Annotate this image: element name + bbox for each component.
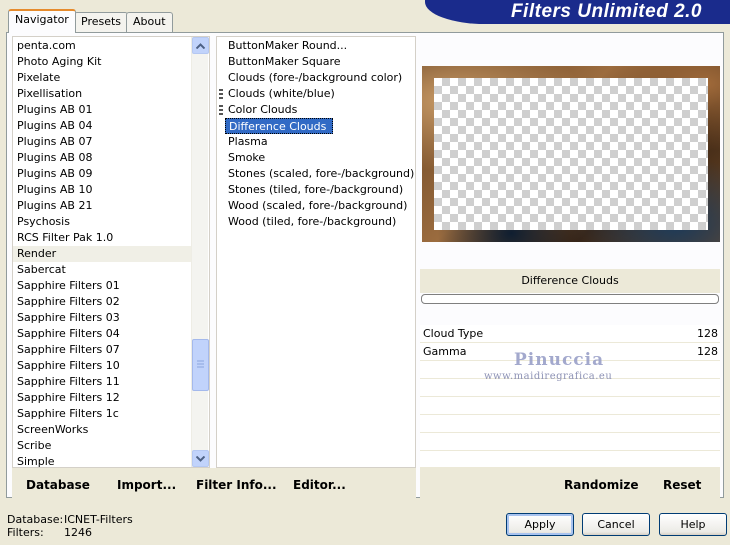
param-row-empty: [420, 433, 720, 451]
filter-item[interactable]: ButtonMaker Round...: [219, 38, 415, 54]
category-item[interactable]: Render: [13, 246, 191, 262]
filter-item-label: ButtonMaker Square: [228, 55, 341, 68]
category-item[interactable]: Sapphire Filters 10: [13, 358, 191, 374]
filter-item-label: Clouds (fore-/background color): [228, 71, 403, 84]
category-item[interactable]: Plugins AB 04: [13, 118, 191, 134]
filter-item[interactable]: Plasma: [219, 134, 415, 150]
filter-item-label: Smoke: [228, 151, 266, 164]
filter-item-label: Difference Clouds: [225, 118, 334, 134]
scroll-up-button[interactable]: [192, 37, 209, 54]
category-item[interactable]: ScreenWorks: [13, 422, 191, 438]
category-scrollbar[interactable]: [191, 37, 209, 467]
category-list[interactable]: penta.com Photo Aging Kit Pixelate Pixellis…: [12, 36, 210, 468]
scroll-down-button[interactable]: [192, 450, 209, 467]
app-banner: Filters Unlimited 2.0: [425, 0, 730, 24]
param-name: Cloud Type: [423, 327, 484, 340]
category-item[interactable]: Sapphire Filters 04: [13, 326, 191, 342]
category-item[interactable]: Pixellisation: [13, 86, 191, 102]
cancel-button[interactable]: Cancel: [582, 513, 650, 536]
tab-presets[interactable]: Presets: [74, 12, 129, 32]
editor-button[interactable]: Editor...: [293, 478, 346, 492]
category-item[interactable]: penta.com: [13, 38, 191, 54]
param-row-empty: [420, 397, 720, 415]
filter-item[interactable]: Wood (tiled, fore-/background): [219, 214, 415, 230]
param-row-cloud-type[interactable]: Cloud Type 128: [420, 325, 720, 343]
filter-item-label: Color Clouds: [228, 103, 298, 116]
database-value: ICNET-Filters: [64, 513, 133, 526]
category-item[interactable]: Plugins AB 07: [13, 134, 191, 150]
category-item[interactable]: Plugins AB 08: [13, 150, 191, 166]
chevron-up-icon: [196, 42, 205, 49]
category-item[interactable]: Plugins AB 09: [13, 166, 191, 182]
filter-item-label: Stones (tiled, fore-/background): [228, 183, 404, 196]
filter-list[interactable]: ButtonMaker Round... ButtonMaker Square Cl…: [216, 36, 416, 468]
filter-name-label: Difference Clouds: [420, 269, 720, 293]
filter-item-label: Wood (scaled, fore-/background): [228, 199, 408, 212]
param-value: 128: [697, 327, 718, 340]
tab-navigator[interactable]: Navigator: [8, 9, 76, 33]
chevron-down-icon: [196, 455, 205, 462]
category-item[interactable]: Plugins AB 21: [13, 198, 191, 214]
param-name: Gamma: [423, 345, 467, 358]
watermark-url: www.maidiregrafica.eu: [484, 371, 613, 382]
param-value: 128: [697, 345, 718, 358]
reset-button[interactable]: Reset: [663, 478, 701, 492]
progress-bar: [421, 294, 719, 304]
transparency-checker: [434, 78, 708, 230]
category-item[interactable]: Sapphire Filters 01: [13, 278, 191, 294]
category-item[interactable]: Sabercat: [13, 262, 191, 278]
filter-item[interactable]: Color Clouds: [219, 102, 415, 118]
filter-item[interactable]: Smoke: [219, 150, 415, 166]
filter-marker-icon: [219, 105, 223, 116]
import-button[interactable]: Import...: [117, 478, 176, 492]
filter-item-label: ButtonMaker Round...: [228, 39, 348, 52]
grip-icon: [197, 360, 204, 368]
filter-item[interactable]: Stones (tiled, fore-/background): [219, 182, 415, 198]
filter-item[interactable]: Difference Clouds: [219, 118, 415, 134]
scroll-thumb[interactable]: [192, 339, 209, 391]
preview-image: [422, 66, 720, 242]
filters-count: 1246: [64, 526, 92, 539]
filter-item-label: Wood (tiled, fore-/background): [228, 215, 397, 228]
param-row-empty: [420, 451, 720, 468]
filter-item-label: Plasma: [228, 135, 268, 148]
param-row-empty: [420, 415, 720, 433]
category-item[interactable]: RCS Filter Pak 1.0: [13, 230, 191, 246]
randomize-button[interactable]: Randomize: [564, 478, 638, 492]
watermark-name: Pinuccia: [514, 350, 605, 370]
category-item[interactable]: Sapphire Filters 02: [13, 294, 191, 310]
filter-info-button[interactable]: Filter Info...: [196, 478, 277, 492]
filter-item[interactable]: Stones (scaled, fore-/background): [219, 166, 415, 182]
category-item[interactable]: Sapphire Filters 12: [13, 390, 191, 406]
filter-item-label: Clouds (white/blue): [228, 87, 335, 100]
category-item[interactable]: Sapphire Filters 11: [13, 374, 191, 390]
filter-item[interactable]: Wood (scaled, fore-/background): [219, 198, 415, 214]
filters-label: Filters:: [7, 526, 44, 539]
category-item[interactable]: Photo Aging Kit: [13, 54, 191, 70]
filter-item-label: Stones (scaled, fore-/background): [228, 167, 415, 180]
help-button[interactable]: Help: [659, 513, 727, 536]
filter-marker-icon: [219, 89, 223, 100]
category-item[interactable]: Sapphire Filters 03: [13, 310, 191, 326]
category-item[interactable]: Psychosis: [13, 214, 191, 230]
database-label: Database:: [7, 513, 64, 526]
category-item[interactable]: Plugins AB 01: [13, 102, 191, 118]
app-title: Filters Unlimited 2.0: [510, 1, 702, 22]
apply-button[interactable]: Apply: [506, 513, 574, 536]
database-button[interactable]: Database: [26, 478, 90, 492]
filter-item[interactable]: Clouds (fore-/background color): [219, 70, 415, 86]
tab-about[interactable]: About: [126, 12, 173, 32]
category-item[interactable]: Plugins AB 10: [13, 182, 191, 198]
category-item[interactable]: Sapphire Filters 1c: [13, 406, 191, 422]
category-item[interactable]: Scribe: [13, 438, 191, 454]
filter-item[interactable]: ButtonMaker Square: [219, 54, 415, 70]
filter-item[interactable]: Clouds (white/blue): [219, 86, 415, 102]
category-item[interactable]: Pixelate: [13, 70, 191, 86]
category-item[interactable]: Sapphire Filters 07: [13, 342, 191, 358]
category-item[interactable]: Simple: [13, 454, 191, 467]
